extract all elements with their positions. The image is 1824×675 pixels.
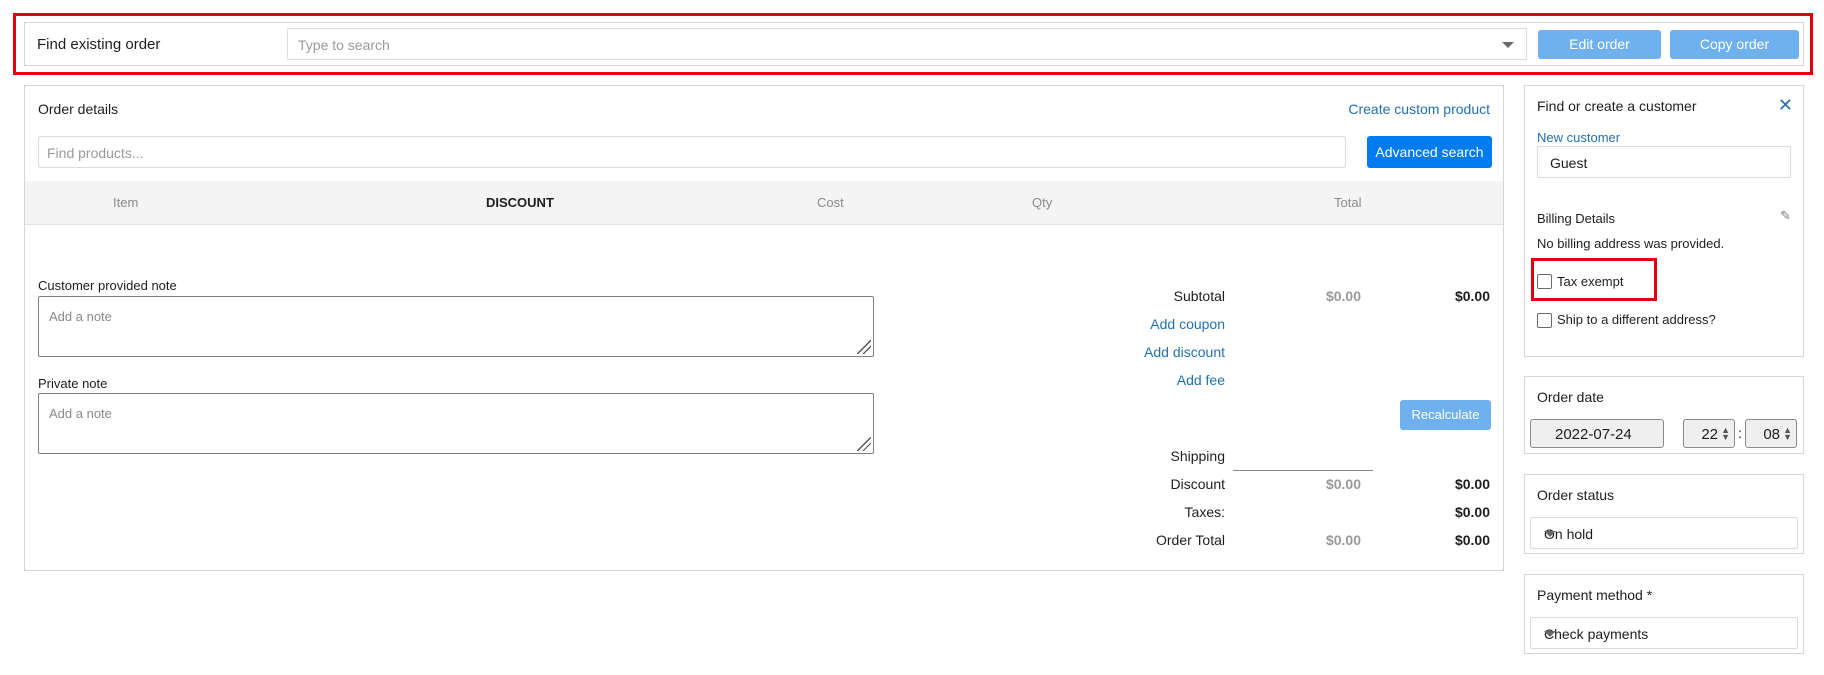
order-date-input[interactable]: 2022-07-24 xyxy=(1530,419,1664,448)
add-fee-link[interactable]: Add fee xyxy=(1177,372,1225,388)
customer-note-label: Customer provided note xyxy=(38,278,177,293)
order-search-placeholder: Type to search xyxy=(298,37,390,53)
customer-select[interactable]: Guest xyxy=(1537,146,1791,178)
shipping-input[interactable] xyxy=(1233,470,1373,471)
new-customer-link[interactable]: New customer xyxy=(1537,130,1620,145)
discount-total: $0.00 xyxy=(1454,476,1490,492)
tax-exempt-highlight-frame xyxy=(1531,258,1657,301)
order-details-title: Order details xyxy=(38,101,119,117)
order-details-panel: Order details Create custom product Find… xyxy=(24,85,1504,571)
billing-details-title: Billing Details xyxy=(1537,211,1616,226)
find-existing-order-label: Find existing order xyxy=(37,36,161,53)
customer-panel-title: Find or create a customer xyxy=(1537,98,1697,114)
subtotal-total: $0.00 xyxy=(1454,288,1490,304)
add-discount-link[interactable]: Add discount xyxy=(1144,344,1225,360)
order-finder-bar: Find existing order Type to search Edit … xyxy=(24,22,1804,66)
advanced-search-button[interactable]: Advanced search xyxy=(1367,136,1492,168)
order-total-cost: $0.00 xyxy=(1325,532,1361,548)
order-status-title: Order status xyxy=(1537,487,1615,503)
payment-method-value: Check payments xyxy=(1544,626,1649,642)
add-coupon-link[interactable]: Add coupon xyxy=(1150,316,1225,332)
find-products-input[interactable]: Find products... xyxy=(38,136,1346,168)
column-cost: Cost xyxy=(817,195,844,210)
order-minute-input[interactable]: 08 ▲ ▼ xyxy=(1745,419,1797,448)
order-hour-value: 22 xyxy=(1701,426,1718,443)
payment-method-select[interactable]: Check payments xyxy=(1530,617,1798,649)
column-discount: DISCOUNT xyxy=(486,195,554,210)
ship-different-checkbox[interactable] xyxy=(1537,313,1552,328)
order-status-panel: Order status On hold xyxy=(1524,474,1804,554)
order-total-total: $0.00 xyxy=(1454,532,1490,548)
order-date-title: Order date xyxy=(1537,389,1604,405)
resize-grip-icon[interactable] xyxy=(857,437,871,451)
customer-note-placeholder: Add a note xyxy=(49,309,112,324)
order-status-select[interactable]: On hold xyxy=(1530,517,1798,549)
copy-order-button[interactable]: Copy order xyxy=(1670,30,1799,59)
create-custom-product-link[interactable]: Create custom product xyxy=(1348,101,1490,117)
payment-method-title: Payment method * xyxy=(1537,587,1653,603)
no-billing-address-text: No billing address was provided. xyxy=(1537,236,1725,251)
subtotal-label: Subtotal xyxy=(1173,288,1225,304)
resize-grip-icon[interactable] xyxy=(857,340,871,354)
private-note-label: Private note xyxy=(38,376,108,391)
customer-note-textarea[interactable]: Add a note xyxy=(38,296,874,357)
spinner-icon[interactable]: ▲ ▼ xyxy=(1721,426,1730,442)
chevron-down-icon xyxy=(1502,42,1514,48)
edit-order-button[interactable]: Edit order xyxy=(1538,30,1661,59)
column-total: Total xyxy=(1334,195,1362,210)
private-note-textarea[interactable]: Add a note xyxy=(38,393,874,454)
subtotal-cost: $0.00 xyxy=(1325,288,1361,304)
items-table-header: Item DISCOUNT Cost Qty Total xyxy=(25,181,1503,225)
chevron-down-icon xyxy=(1544,531,1556,537)
order-date-value: 2022-07-24 xyxy=(1555,426,1632,443)
discount-label: Discount xyxy=(1170,476,1225,492)
ship-different-label: Ship to a different address? xyxy=(1557,312,1716,327)
taxes-label: Taxes: xyxy=(1184,504,1225,520)
recalculate-button[interactable]: Recalculate xyxy=(1400,400,1491,430)
spinner-icon[interactable]: ▲ ▼ xyxy=(1783,426,1792,442)
column-item: Item xyxy=(113,195,139,210)
payment-method-panel: Payment method * Check payments xyxy=(1524,574,1804,654)
order-minute-value: 08 xyxy=(1763,426,1780,443)
discount-cost: $0.00 xyxy=(1325,476,1361,492)
chevron-down-icon xyxy=(1544,631,1556,637)
order-total-label: Order Total xyxy=(1156,532,1225,548)
column-qty: Qty xyxy=(1032,195,1053,210)
order-search-select[interactable]: Type to search xyxy=(287,28,1527,60)
close-icon[interactable]: ✕ xyxy=(1778,95,1793,116)
find-products-placeholder: Find products... xyxy=(47,145,144,161)
shipping-label: Shipping xyxy=(1170,448,1226,464)
customer-select-value: Guest xyxy=(1550,155,1588,171)
order-hour-input[interactable]: 22 ▲ ▼ xyxy=(1683,419,1735,448)
taxes-total: $0.00 xyxy=(1454,504,1490,520)
time-separator: : xyxy=(1738,425,1742,441)
order-date-panel: Order date 2022-07-24 22 ▲ ▼ : 08 ▲ ▼ xyxy=(1524,376,1804,454)
private-note-placeholder: Add a note xyxy=(49,406,112,421)
pencil-edit-icon[interactable]: ✎ xyxy=(1780,208,1791,224)
customer-panel: Find or create a customer ✕ New customer… xyxy=(1524,85,1804,357)
